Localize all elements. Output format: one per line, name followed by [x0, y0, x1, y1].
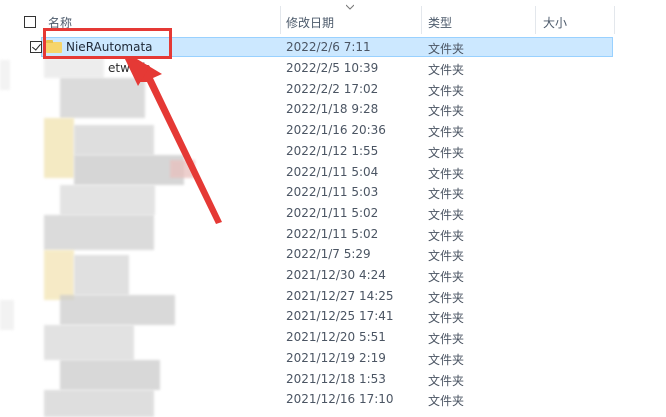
file-explorer: 名称 修改日期 类型 大小 NieRAutomata 2022/2/6 7:11…: [0, 0, 666, 417]
annotation-arrow-icon: [124, 56, 222, 224]
